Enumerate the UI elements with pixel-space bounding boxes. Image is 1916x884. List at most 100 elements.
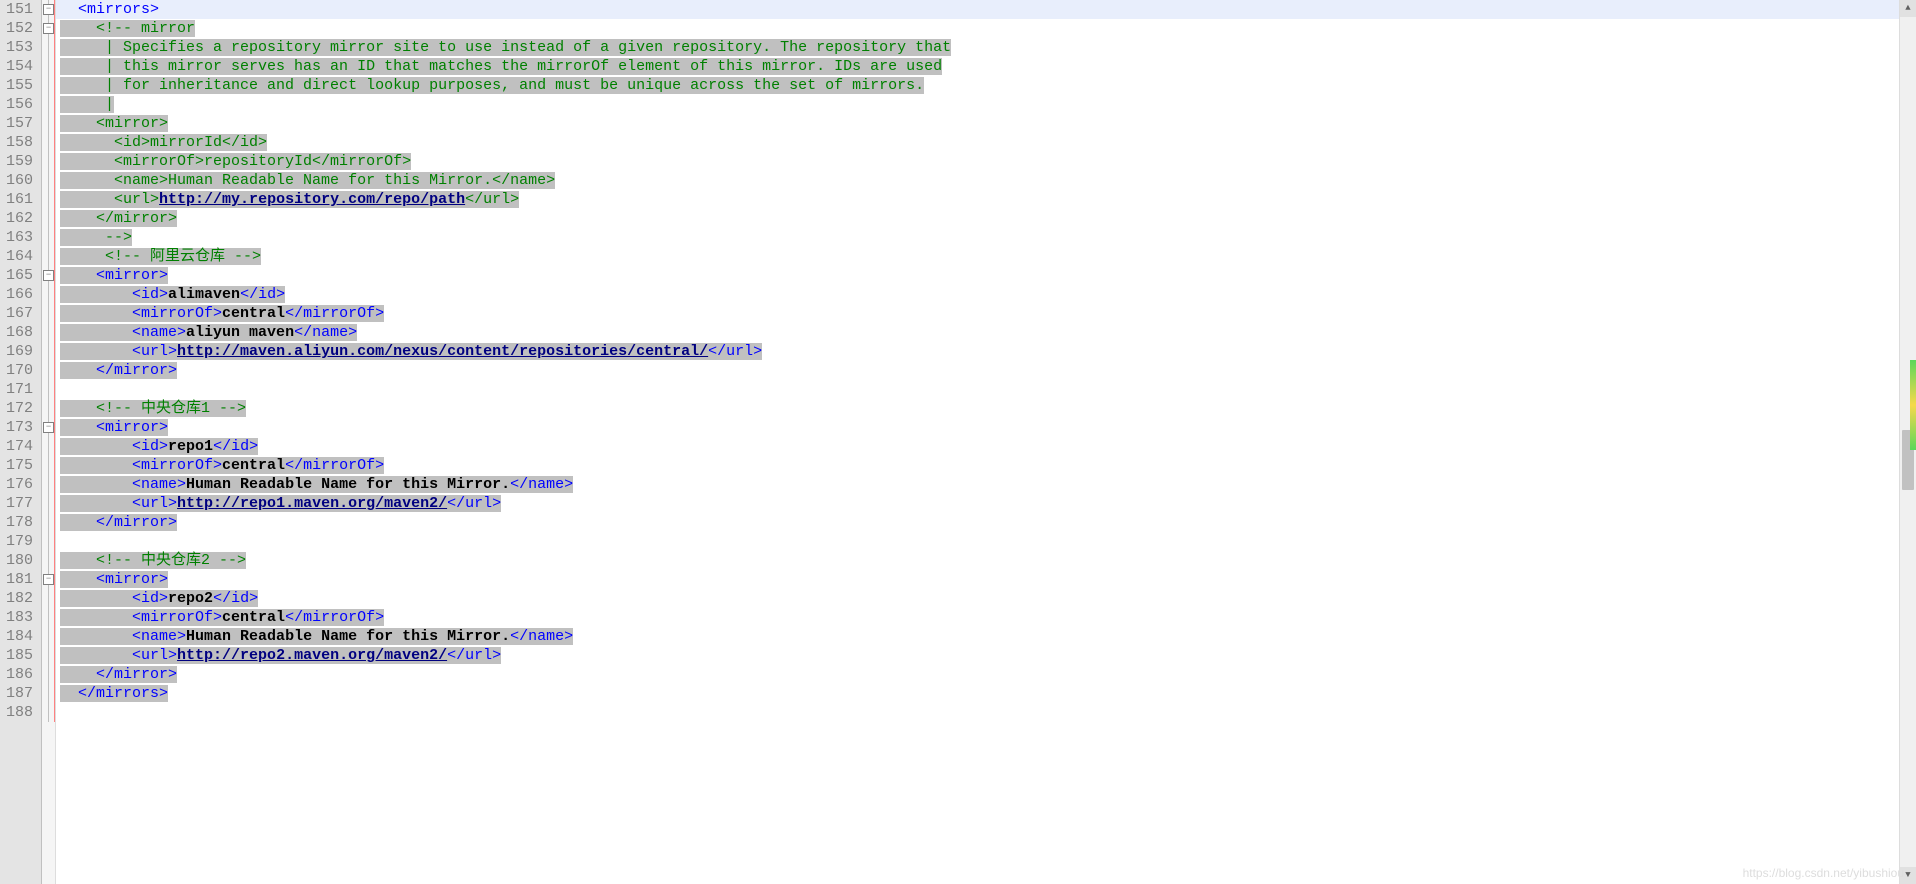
code-line[interactable] xyxy=(56,703,1899,722)
url-link[interactable]: http://my.repository.com/repo/path xyxy=(159,191,465,208)
code-area[interactable]: <mirrors> <!-- mirror | Specifies a repo… xyxy=(56,0,1899,884)
fold-toggle-icon[interactable]: − xyxy=(43,270,54,281)
code-line[interactable]: <mirrors> xyxy=(56,0,1899,19)
code-line[interactable]: <mirror> xyxy=(56,266,1899,285)
code-line[interactable]: <id>mirrorId</id> xyxy=(56,133,1899,152)
url-link[interactable]: http://repo2.maven.org/maven2/ xyxy=(177,647,447,664)
code-line[interactable]: <url>http://repo1.maven.org/maven2/</url… xyxy=(56,494,1899,513)
code-line[interactable]: <id>alimaven</id> xyxy=(56,285,1899,304)
line-number: 172 xyxy=(6,399,33,418)
code-line[interactable]: <!-- 中央仓库2 --> xyxy=(56,551,1899,570)
xml-tag: </mirrors> xyxy=(60,685,168,702)
xml-tag: </url> xyxy=(708,343,762,360)
code-line[interactable]: <url>http://my.repository.com/repo/path<… xyxy=(56,190,1899,209)
xml-comment: | xyxy=(60,96,114,113)
xml-text: repo1 xyxy=(168,438,213,455)
code-line[interactable]: <!-- 阿里云仓库 --> xyxy=(56,247,1899,266)
code-line[interactable]: <mirrorOf>repositoryId</mirrorOf> xyxy=(56,152,1899,171)
xml-tag: </url> xyxy=(447,495,501,512)
xml-text: central xyxy=(222,305,285,322)
line-number: 186 xyxy=(6,665,33,684)
code-text xyxy=(60,381,69,398)
code-line[interactable]: </mirror> xyxy=(56,361,1899,380)
code-line[interactable]: <url>http://repo2.maven.org/maven2/</url… xyxy=(56,646,1899,665)
code-line[interactable]: <name>Human Readable Name for this Mirro… xyxy=(56,475,1899,494)
code-line[interactable]: <mirrorOf>central</mirrorOf> xyxy=(56,456,1899,475)
line-number: 184 xyxy=(6,627,33,646)
code-line[interactable]: <id>repo1</id> xyxy=(56,437,1899,456)
line-number: 185 xyxy=(6,646,33,665)
xml-tag: <mirrors> xyxy=(60,1,159,18)
xml-text: central xyxy=(222,457,285,474)
line-number: 179 xyxy=(6,532,33,551)
code-line[interactable]: <!-- mirror xyxy=(56,19,1899,38)
xml-tag: <mirrorOf> xyxy=(60,457,222,474)
xml-tag: <mirrorOf> xyxy=(60,305,222,322)
code-line[interactable] xyxy=(56,380,1899,399)
xml-comment: <mirrorOf>repositoryId</mirrorOf> xyxy=(60,153,411,170)
code-line[interactable]: <name>aliyun maven</name> xyxy=(56,323,1899,342)
url-link[interactable]: http://repo1.maven.org/maven2/ xyxy=(177,495,447,512)
xml-tag: <mirrorOf> xyxy=(60,609,222,626)
line-number: 166 xyxy=(6,285,33,304)
vertical-scrollbar[interactable]: ▲ ▼ xyxy=(1899,0,1916,884)
code-line[interactable]: <name>Human Readable Name for this Mirro… xyxy=(56,627,1899,646)
line-number: 182 xyxy=(6,589,33,608)
line-number: 153 xyxy=(6,38,33,57)
line-number: 155 xyxy=(6,76,33,95)
code-line[interactable]: <mirrorOf>central</mirrorOf> xyxy=(56,304,1899,323)
xml-tag: <name> xyxy=(60,324,186,341)
code-line[interactable]: <mirror> xyxy=(56,114,1899,133)
code-line[interactable]: <name>Human Readable Name for this Mirro… xyxy=(56,171,1899,190)
code-text xyxy=(60,533,69,550)
code-line[interactable]: | xyxy=(56,95,1899,114)
code-line[interactable] xyxy=(56,532,1899,551)
code-line[interactable]: </mirrors> xyxy=(56,684,1899,703)
code-line[interactable]: | for inheritance and direct lookup purp… xyxy=(56,76,1899,95)
xml-tag: </id> xyxy=(213,590,258,607)
line-number: 180 xyxy=(6,551,33,570)
xml-tag: </mirrorOf> xyxy=(285,305,384,322)
xml-tag: <mirror> xyxy=(60,267,168,284)
line-number: 151 xyxy=(6,0,33,19)
xml-text: Human Readable Name for this Mirror. xyxy=(186,628,510,645)
xml-comment: --> xyxy=(60,229,132,246)
fold-toggle-icon[interactable]: − xyxy=(43,23,54,34)
code-line[interactable]: | Specifies a repository mirror site to … xyxy=(56,38,1899,57)
xml-tag: <mirror> xyxy=(60,571,168,588)
code-line[interactable]: | this mirror serves has an ID that matc… xyxy=(56,57,1899,76)
xml-comment: <!-- 中央仓库2 --> xyxy=(60,552,246,569)
fold-toggle-icon[interactable]: − xyxy=(43,422,54,433)
fold-toggle-icon[interactable]: − xyxy=(43,574,54,585)
code-line[interactable]: <!-- 中央仓库1 --> xyxy=(56,399,1899,418)
line-number: 176 xyxy=(6,475,33,494)
code-line[interactable]: --> xyxy=(56,228,1899,247)
scroll-up-arrow[interactable]: ▲ xyxy=(1900,0,1916,17)
xml-tag: <id> xyxy=(60,438,168,455)
fold-column[interactable]: − − − − − xyxy=(42,0,56,884)
code-line[interactable]: </mirror> xyxy=(56,513,1899,532)
line-number: 163 xyxy=(6,228,33,247)
code-line[interactable]: <mirror> xyxy=(56,418,1899,437)
xml-tag: <url> xyxy=(60,495,177,512)
xml-tag: <name> xyxy=(60,476,186,493)
xml-comment: <!-- 阿里云仓库 --> xyxy=(60,248,261,265)
fold-toggle-icon[interactable]: − xyxy=(43,4,54,15)
code-line[interactable]: </mirror> xyxy=(56,665,1899,684)
xml-tag: <mirror> xyxy=(60,419,168,436)
xml-comment: <!-- 中央仓库1 --> xyxy=(60,400,246,417)
scrollbar-marker xyxy=(1910,360,1916,450)
code-line[interactable]: <url>http://maven.aliyun.com/nexus/conte… xyxy=(56,342,1899,361)
code-line[interactable]: <mirror> xyxy=(56,570,1899,589)
code-line[interactable]: <id>repo2</id> xyxy=(56,589,1899,608)
line-number: 175 xyxy=(6,456,33,475)
code-editor[interactable]: 1511521531541551561571581591601611621631… xyxy=(0,0,1916,884)
code-line[interactable]: </mirror> xyxy=(56,209,1899,228)
xml-text: Human Readable Name for this Mirror. xyxy=(186,476,510,493)
scroll-down-arrow[interactable]: ▼ xyxy=(1900,867,1916,884)
xml-text: alimaven xyxy=(168,286,240,303)
xml-comment: | for inheritance and direct lookup purp… xyxy=(60,77,924,94)
url-link[interactable]: http://maven.aliyun.com/nexus/content/re… xyxy=(177,343,708,360)
line-number: 171 xyxy=(6,380,33,399)
code-line[interactable]: <mirrorOf>central</mirrorOf> xyxy=(56,608,1899,627)
